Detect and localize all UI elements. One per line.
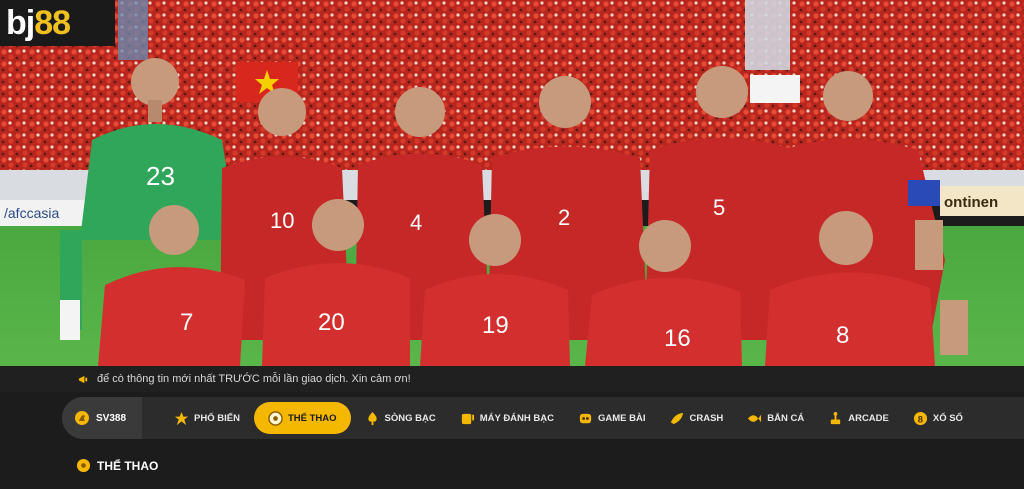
svg-text:19: 19: [482, 312, 509, 339]
svg-text:4: 4: [410, 210, 422, 235]
ad-board-right: ontinen: [944, 194, 998, 211]
ball-icon: [268, 410, 283, 426]
nav-item-lottery[interactable]: 8 XỔ SỐ: [903, 402, 973, 434]
category-nav: SV388 PHỔ BIẾN THỂ THAO SÒNG BẠC MÁY ĐÁN…: [62, 397, 1024, 439]
cards-icon: [579, 413, 592, 423]
logo-text-bj: bj: [6, 3, 35, 42]
nav-item-sports[interactable]: THỂ THAO: [253, 402, 351, 434]
rocket-icon: [671, 412, 684, 424]
svg-text:20: 20: [318, 309, 345, 336]
brand-logo[interactable]: bj 88: [0, 0, 115, 46]
megaphone-icon: [78, 375, 88, 383]
announcement-ticker: để cò thông tin mới nhất TRƯỚC mỗi lần g…: [0, 366, 1024, 392]
hero-banner[interactable]: /afccasia ontinen 23 10 4 2 5 7 20 19 16…: [0, 0, 1024, 366]
arcade-icon: [831, 411, 841, 424]
nav-item-label: BẮN CÁ: [767, 412, 805, 424]
svg-text:2: 2: [558, 205, 570, 230]
svg-text:7: 7: [180, 309, 193, 336]
svg-text:10: 10: [270, 208, 294, 233]
site-label: SV388: [96, 412, 127, 424]
nav-item-card-games[interactable]: GAME BÀI: [568, 402, 656, 434]
svg-text:5: 5: [713, 195, 725, 220]
nav-item-arcade[interactable]: ARCADE: [818, 402, 899, 434]
svg-text:16: 16: [664, 325, 691, 352]
slot-icon: [461, 413, 474, 424]
ad-board-left: /afccasia: [4, 205, 59, 221]
nav-item-label: CRASH: [689, 412, 724, 424]
logo-text-88: 88: [34, 3, 71, 42]
rooster-icon: [75, 411, 89, 425]
fish-icon: [748, 414, 762, 422]
star-icon: [174, 411, 189, 425]
nav-item-crash[interactable]: CRASH: [659, 402, 733, 434]
nav-item-label: XỔ SỐ: [932, 412, 963, 424]
ticker-text: để cò thông tin mới nhất TRƯỚC mỗi lần g…: [97, 373, 411, 385]
nav-item-label: GAME BÀI: [597, 412, 646, 424]
nav-item-label: SÒNG BẠC: [384, 412, 436, 424]
section-title: THỂ THAO: [97, 458, 159, 473]
nav-item-label: PHỔ BIẾN: [194, 412, 240, 424]
section-heading: THỂ THAO: [76, 458, 158, 473]
nav-item-slots[interactable]: MÁY ĐÁNH BẠC: [450, 402, 564, 434]
nav-item-fishing[interactable]: BẮN CÁ: [737, 402, 814, 434]
site-selector-sv388[interactable]: SV388: [62, 397, 143, 439]
nav-item-label: MÁY ĐÁNH BẠC: [479, 412, 554, 424]
nav-item-label: THỂ THAO: [287, 412, 337, 424]
nav-item-popular[interactable]: PHỔ BIẾN: [164, 402, 250, 434]
svg-text:8: 8: [918, 414, 923, 424]
nav-item-label: ARCADE: [848, 412, 889, 424]
lottery-icon: 8: [913, 411, 927, 425]
svg-text:23: 23: [146, 161, 175, 191]
nav-item-casino[interactable]: SÒNG BẠC: [355, 402, 446, 434]
ball-icon: [76, 458, 91, 473]
svg-text:8: 8: [836, 322, 849, 349]
spade-icon: [367, 411, 377, 425]
